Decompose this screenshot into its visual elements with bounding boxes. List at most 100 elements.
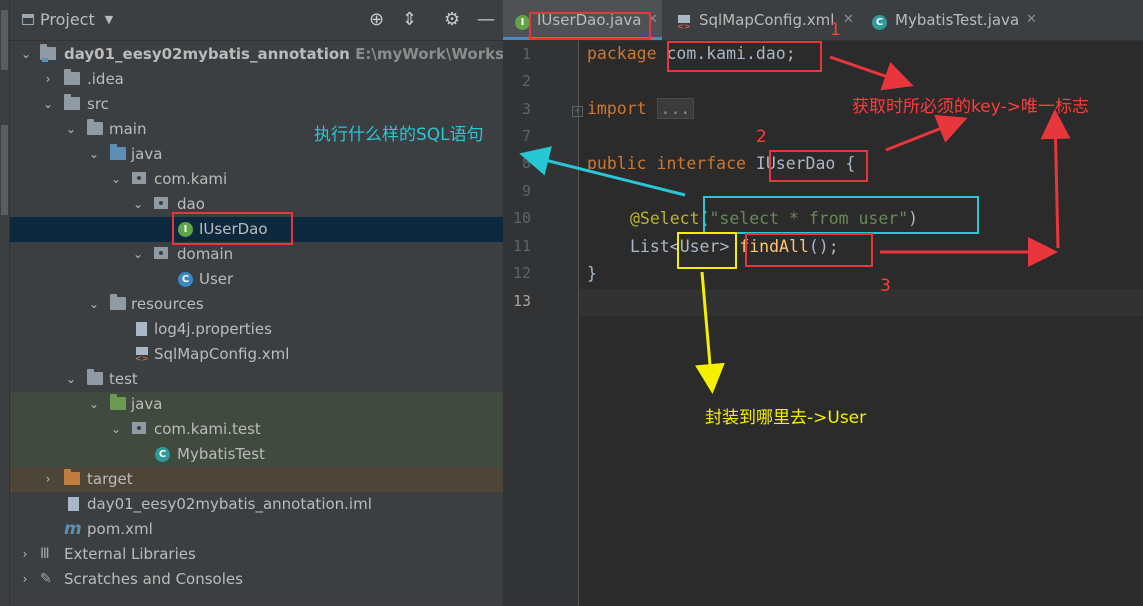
sql-string: "select * from user" (709, 209, 909, 228)
tree-item-label: target (87, 470, 133, 488)
chevron-down-icon[interactable]: ⌄ (88, 292, 100, 317)
project-view-selector[interactable]: Project ▼ (22, 10, 113, 29)
close-icon[interactable]: ✕ (647, 0, 658, 40)
code-line-11[interactable]: List<User> findAll(); (630, 237, 839, 256)
tree-item-java-test[interactable]: ⌄ java (10, 392, 503, 417)
line-number: 1 (521, 45, 531, 63)
chevron-right-icon[interactable]: › (42, 467, 54, 492)
tree-item-java-main[interactable]: ⌄ java (10, 142, 503, 167)
tree-item-sqlmapconfig[interactable]: SqlMapConfig.xml (10, 342, 503, 367)
folder-icon (64, 94, 80, 110)
tree-item-label: MybatisTest (177, 445, 265, 463)
tree-item-scratches[interactable]: › ✎ Scratches and Consoles (10, 567, 503, 592)
code-line-10[interactable]: @Select("select * from user") (630, 209, 918, 228)
line-number: 13 (512, 292, 531, 310)
tree-item-label: domain (177, 245, 234, 263)
chevron-down-icon[interactable]: ⌄ (110, 417, 122, 442)
locate-icon[interactable]: ⊕ (369, 10, 384, 30)
chevron-down-icon[interactable]: ⌄ (88, 392, 100, 417)
tree-item-label: SqlMapConfig.xml (154, 345, 290, 363)
tree-item-test[interactable]: ⌄ test (10, 367, 503, 392)
chevron-down-icon[interactable]: ⌄ (110, 167, 122, 192)
brace: } (587, 264, 597, 283)
tree-item-label: com.kami (154, 170, 228, 188)
hide-icon[interactable]: — (477, 10, 495, 30)
generic-bracket: < (669, 237, 680, 256)
fold-toggle-icon[interactable]: + (572, 106, 583, 117)
folded-imports[interactable]: ... (656, 98, 695, 119)
line-number-gutter[interactable]: 1 2 3 7 8 9 10 11 12 13 + (503, 41, 583, 606)
code-line-1[interactable]: package com.kami.dao; (587, 44, 796, 63)
iml-file-icon (68, 497, 79, 511)
tab-sqlmapconfig[interactable]: SqlMapConfig.xml ✕ (663, 0, 859, 40)
tree-item-dao[interactable]: ⌄ dao (10, 192, 503, 217)
tree-item-external-libraries[interactable]: › Ⅲ External Libraries (10, 542, 503, 567)
tree-item-com-kami-test[interactable]: ⌄ com.kami.test (10, 417, 503, 442)
close-icon[interactable]: ✕ (1026, 0, 1037, 40)
tree-item-log4j[interactable]: log4j.properties (10, 317, 503, 342)
xml-file-icon (677, 15, 691, 31)
line-number: 10 (512, 209, 531, 227)
line-number: 2 (521, 72, 531, 90)
tab-iuserdao[interactable]: I IUserDao.java ✕ (503, 0, 662, 40)
tree-item-pom[interactable]: m pom.xml (10, 517, 503, 542)
chevron-down-icon[interactable]: ⌄ (132, 192, 144, 217)
interface-icon: I (178, 222, 193, 237)
structure-tool-tab[interactable] (1, 125, 8, 215)
line-number: 9 (521, 182, 531, 200)
chevron-down-icon[interactable]: ▼ (105, 13, 113, 26)
tree-item-label: main (109, 120, 147, 138)
line-number: 7 (521, 127, 531, 145)
collapse-all-icon[interactable]: ⇕ (402, 10, 417, 30)
tree-item-idea[interactable]: › .idea (10, 67, 503, 92)
tree-item-com-kami[interactable]: ⌄ com.kami (10, 167, 503, 192)
tree-item-main[interactable]: ⌄ main (10, 117, 503, 142)
project-toolbar: Project ▼ ⊕ ⇕ ⚙ — (10, 0, 503, 41)
return-type: List (630, 237, 670, 256)
tree-item-label: .idea (87, 70, 124, 88)
tree-item-user[interactable]: C User (10, 267, 503, 292)
package-icon (154, 197, 168, 209)
tree-item-label: Scratches and Consoles (64, 570, 243, 588)
tree-item-target[interactable]: › target (10, 467, 503, 492)
gear-icon[interactable]: ⚙ (444, 10, 460, 30)
tree-item-project-root[interactable]: ⌄ day01_eesy02mybatis_annotation E:\myWo… (10, 42, 561, 67)
keyword: interface (656, 154, 746, 173)
chevron-right-icon[interactable]: › (19, 542, 31, 567)
tree-item-iuserdao[interactable]: I IUserDao (10, 217, 503, 242)
code-line-12[interactable]: } (587, 264, 597, 283)
project-tool-tab[interactable] (1, 10, 8, 70)
chevron-down-icon[interactable]: ⌄ (65, 367, 77, 392)
tab-mybatistest[interactable]: C MybatisTest.java ✕ (860, 0, 1040, 40)
test-folder-icon (110, 394, 126, 410)
chevron-down-icon[interactable]: ⌄ (42, 92, 54, 117)
tool-window-strip[interactable] (0, 0, 10, 606)
chevron-down-icon[interactable]: ⌄ (20, 42, 32, 67)
code-line-8[interactable]: public interface IUserDao { (587, 154, 855, 173)
package-icon (154, 247, 168, 259)
code-line-3[interactable]: import ... (587, 98, 695, 119)
maven-icon: m (64, 519, 82, 539)
interface-name: IUserDao (755, 154, 836, 173)
tree-item-mybatistest[interactable]: C MybatisTest (10, 442, 503, 467)
chevron-down-icon[interactable]: ⌄ (88, 142, 100, 167)
chevron-down-icon[interactable]: ⌄ (65, 117, 77, 142)
tree-item-domain[interactable]: ⌄ domain (10, 242, 503, 267)
tree-item-label: resources (131, 295, 204, 313)
close-icon[interactable]: ✕ (843, 0, 854, 40)
paren: ) (908, 209, 919, 228)
chevron-down-icon[interactable]: ⌄ (132, 242, 144, 267)
project-window-icon (22, 14, 34, 25)
tree-item-iml[interactable]: day01_eesy02mybatis_annotation.iml (10, 492, 503, 517)
package-icon (132, 422, 146, 434)
libraries-icon: Ⅲ (40, 546, 50, 562)
folder-icon (87, 369, 103, 385)
tree-item-label: test (109, 370, 138, 388)
paren: ( (699, 209, 710, 228)
method-name: findAll (739, 237, 809, 256)
chevron-right-icon[interactable]: › (19, 567, 31, 592)
chevron-right-icon[interactable]: › (42, 67, 54, 92)
tree-item-src[interactable]: ⌄ src (10, 92, 503, 117)
line-number: 3 (521, 100, 531, 118)
tree-item-resources[interactable]: ⌄ resources (10, 292, 503, 317)
